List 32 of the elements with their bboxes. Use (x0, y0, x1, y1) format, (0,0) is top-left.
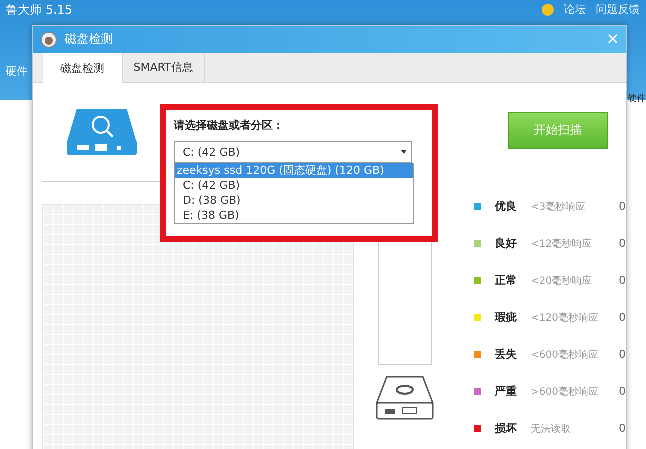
legend-label: 瑕疵 (495, 310, 518, 325)
legend-label: 丢失 (495, 347, 518, 362)
legend-count: 0 (619, 237, 626, 250)
legend-count: 0 (619, 422, 626, 435)
coin-icon[interactable] (542, 4, 554, 16)
legend-count: 0 (619, 311, 626, 324)
disk-select[interactable]: C: (42 GB) (174, 141, 412, 163)
caret-icon (401, 150, 407, 154)
legend-description: <600毫秒响应 (531, 348, 600, 362)
legend-description: <120毫秒响应 (531, 312, 600, 324)
tab[interactable]: 磁盘检测 (43, 53, 123, 83)
legend-description: 无法读取 (531, 422, 572, 436)
legend-count: 0 (619, 385, 626, 398)
legend-label: 正常 (495, 273, 518, 288)
dialog-title: 磁盘检测 (65, 31, 114, 48)
legend-description: <20毫秒响应 (531, 274, 594, 288)
legend-label: 严重 (495, 384, 518, 399)
legend-label: 优良 (495, 199, 518, 214)
disk-search-icon (65, 107, 139, 157)
sidebar-label: 硬件 (6, 64, 28, 79)
app-title: 鲁大师 5.15 (6, 2, 73, 19)
legend-count: 0 (619, 348, 626, 361)
disk-drawing (375, 375, 435, 421)
legend-count: 0 (619, 200, 626, 213)
app-logo-icon (41, 32, 57, 48)
legend-description: >600毫秒响应 (531, 386, 600, 398)
legend-label: 损坏 (495, 421, 518, 436)
legend-count: 0 (619, 274, 626, 287)
select-label: 请选择磁盘或者分区： (174, 118, 285, 133)
legend-label: 良好 (495, 236, 518, 251)
legend-description: <12毫秒响应 (531, 238, 594, 250)
legend-description: <3毫秒响应 (531, 200, 587, 214)
